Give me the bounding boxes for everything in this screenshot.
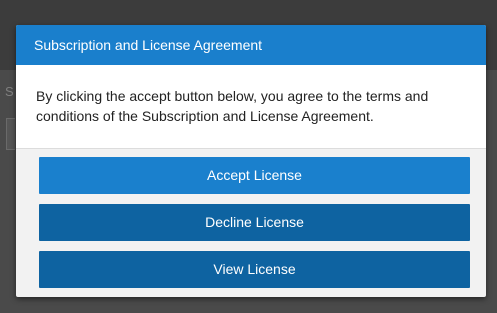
dialog-actions: Accept License Decline License View Lice… bbox=[16, 149, 486, 288]
dialog-message: By clicking the accept button below, you… bbox=[16, 65, 486, 149]
license-dialog: Subscription and License Agreement By cl… bbox=[16, 25, 486, 297]
background-input bbox=[6, 118, 15, 150]
view-license-button[interactable]: View License bbox=[39, 251, 470, 288]
background-label: S bbox=[5, 84, 14, 99]
dialog-title: Subscription and License Agreement bbox=[16, 25, 486, 65]
decline-license-button[interactable]: Decline License bbox=[39, 204, 470, 241]
accept-license-button[interactable]: Accept License bbox=[39, 157, 470, 194]
